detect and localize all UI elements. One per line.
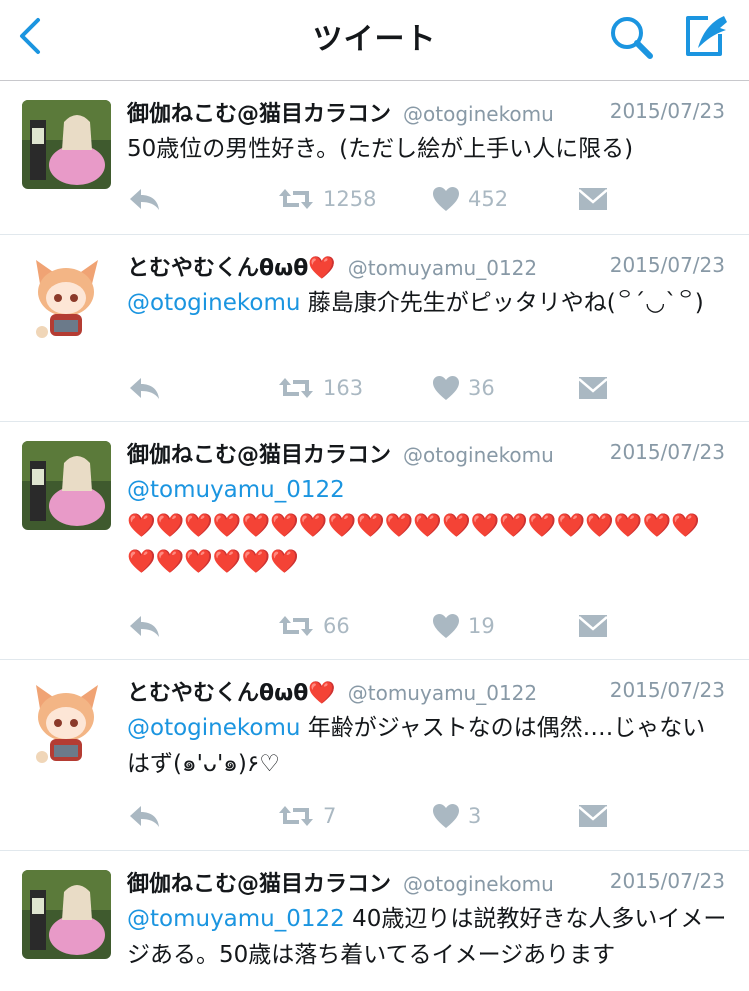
tweet-date: 2015/07/23 <box>609 253 725 277</box>
retweet-icon <box>279 806 313 826</box>
like-count: 3 <box>468 804 482 828</box>
tweet-text: @tomuyamu_0122 ❤️❤️❤️❤️❤️❤️❤️❤️❤️❤️❤️❤️❤️… <box>127 472 727 580</box>
tweet[interactable]: とむやむくんθωθ❤️ @tomuyamu_0122 2015/07/23 @ot… <box>0 235 749 422</box>
user-handle: @tomuyamu_0122 <box>347 681 538 705</box>
message-button[interactable] <box>577 373 609 403</box>
tweet-actions: 7 3 <box>127 801 627 831</box>
retweet-count: 1258 <box>323 187 377 211</box>
retweet-icon <box>279 378 313 398</box>
display-name: 御伽ねこむ@猫目カラコン <box>127 102 392 127</box>
reply-button[interactable] <box>127 373 161 403</box>
like-button[interactable]: 36 <box>432 373 495 403</box>
tweet-author[interactable]: 御伽ねこむ@猫目カラコン @otoginekomu <box>127 96 554 128</box>
tweet-actions: 163 36 <box>127 373 627 403</box>
envelope-icon <box>578 615 608 637</box>
mention-link[interactable]: @tomuyamu_0122 <box>127 906 345 932</box>
tweet-author[interactable]: 御伽ねこむ@猫目カラコン @otoginekomu <box>127 866 554 898</box>
tweet-text: @otoginekomu 藤島康介先生がピッタリやね(꒪ˊ◡ˋ꒪) <box>127 285 727 321</box>
tweet-date: 2015/07/23 <box>609 440 725 464</box>
compose-button[interactable] <box>680 12 730 60</box>
heart-icon <box>433 187 459 211</box>
user-handle: @otoginekomu <box>403 872 554 896</box>
reply-button[interactable] <box>127 801 161 831</box>
tweet[interactable]: 御伽ねこむ@猫目カラコン @otoginekomu 2015/07/23 @tom… <box>0 851 749 991</box>
heart-icon <box>433 376 459 400</box>
reply-icon <box>130 189 159 210</box>
tweet-actions: 66 19 <box>127 611 627 641</box>
anime-avatar-image <box>22 254 111 343</box>
photo-avatar-image <box>22 441 111 530</box>
tweet-author[interactable]: とむやむくんθωθ❤️ @tomuyamu_0122 <box>127 675 537 707</box>
like-button[interactable]: 3 <box>432 801 481 831</box>
tweet-body: ❤️❤️❤️❤️❤️❤️❤️❤️❤️❤️❤️❤️❤️❤️❤️❤️❤️❤️❤️❤️… <box>127 513 700 575</box>
envelope-icon <box>578 377 608 399</box>
retweet-icon <box>279 616 313 636</box>
photo-avatar-image <box>22 100 111 189</box>
retweet-button[interactable]: 1258 <box>277 184 376 214</box>
retweet-count: 7 <box>323 804 337 828</box>
tweet[interactable]: 御伽ねこむ@猫目カラコン @otoginekomu 2015/07/23 50歳位… <box>0 81 749 235</box>
tweet-author[interactable]: とむやむくんθωθ❤️ @tomuyamu_0122 <box>127 250 537 282</box>
tweet-body: 50歳位の男性好き。(ただし絵が上手い人に限る) <box>127 136 634 162</box>
display-name: 御伽ねこむ@猫目カラコン <box>127 872 392 897</box>
envelope-icon <box>578 805 608 827</box>
heart-icon <box>433 614 459 638</box>
tweet-text: 50歳位の男性好き。(ただし絵が上手い人に限る) <box>127 131 727 167</box>
retweet-icon <box>279 189 313 209</box>
tweet-text: @tomuyamu_0122 40歳辺りは説教好きな人多いイメージある。50歳は… <box>127 901 727 973</box>
search-icon <box>611 17 653 59</box>
retweet-button[interactable]: 66 <box>277 611 350 641</box>
retweet-button[interactable]: 7 <box>277 801 336 831</box>
tweet-date: 2015/07/23 <box>609 678 725 702</box>
nav-bar: ツイート <box>0 0 749 81</box>
envelope-icon <box>578 188 608 210</box>
avatar[interactable] <box>22 254 111 343</box>
tweet-date: 2015/07/23 <box>609 869 725 893</box>
user-handle: @otoginekomu <box>403 443 554 467</box>
display-name: とむやむくんθωθ❤️ <box>127 256 336 281</box>
reply-icon <box>130 378 159 399</box>
tweet-body: 藤島康介先生がピッタリやね(꒪ˊ◡ˋ꒪) <box>300 290 704 316</box>
tweet-actions: 1258 452 <box>127 184 627 214</box>
message-button[interactable] <box>577 801 609 831</box>
like-button[interactable]: 452 <box>432 184 508 214</box>
avatar[interactable] <box>22 870 111 959</box>
retweet-count: 163 <box>323 376 364 400</box>
reply-icon <box>130 616 159 637</box>
display-name: とむやむくんθωθ❤️ <box>127 681 336 706</box>
avatar[interactable] <box>22 100 111 189</box>
mention-link[interactable]: @otoginekomu <box>127 290 300 316</box>
reply-icon <box>130 806 159 827</box>
mention-link[interactable]: @tomuyamu_0122 <box>127 477 345 503</box>
photo-avatar-image <box>22 870 111 959</box>
like-count: 19 <box>468 614 495 638</box>
avatar[interactable] <box>22 441 111 530</box>
mention-link[interactable]: @otoginekomu <box>127 715 300 741</box>
search-button[interactable] <box>608 14 654 60</box>
compose-icon <box>686 16 727 56</box>
retweet-count: 66 <box>323 614 350 638</box>
like-count: 36 <box>468 376 495 400</box>
user-handle: @otoginekomu <box>403 102 554 126</box>
user-handle: @tomuyamu_0122 <box>347 256 538 280</box>
tweet[interactable]: とむやむくんθωθ❤️ @tomuyamu_0122 2015/07/23 @ot… <box>0 660 749 851</box>
message-button[interactable] <box>577 611 609 641</box>
display-name: 御伽ねこむ@猫目カラコン <box>127 443 392 468</box>
tweet-author[interactable]: 御伽ねこむ@猫目カラコン @otoginekomu <box>127 437 554 469</box>
tweet-date: 2015/07/23 <box>609 99 725 123</box>
tweet[interactable]: 御伽ねこむ@猫目カラコン @otoginekomu 2015/07/23 @tom… <box>0 422 749 660</box>
reply-button[interactable] <box>127 184 161 214</box>
retweet-button[interactable]: 163 <box>277 373 363 403</box>
reply-button[interactable] <box>127 611 161 641</box>
message-button[interactable] <box>577 184 609 214</box>
heart-icon <box>433 804 459 828</box>
tweet-text: @otoginekomu 年齢がジャストなのは偶然‥‥じゃないはず(๑'ᴗ'๑)… <box>127 710 727 782</box>
anime-avatar-image <box>22 679 111 768</box>
like-count: 452 <box>468 187 509 211</box>
like-button[interactable]: 19 <box>432 611 495 641</box>
avatar[interactable] <box>22 679 111 768</box>
